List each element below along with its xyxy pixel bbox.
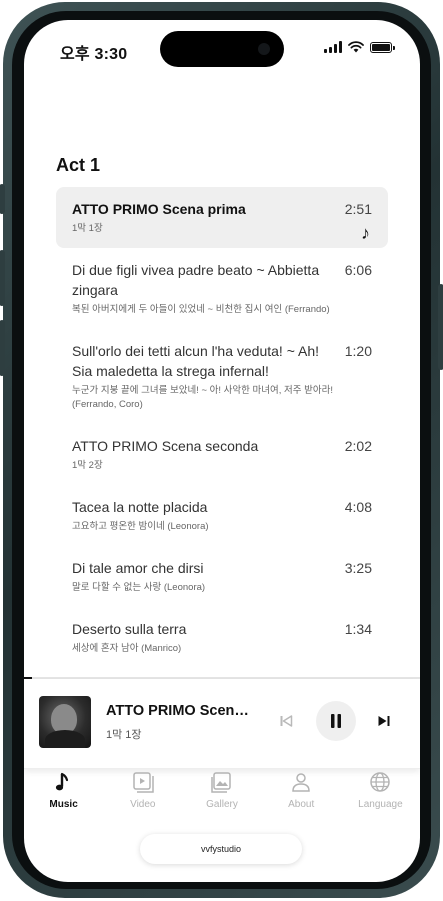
tab-about[interactable]: About (262, 770, 341, 820)
status-icons (324, 41, 395, 53)
volume-down-button (0, 320, 5, 376)
track-duration: 1:34 (344, 621, 372, 637)
cellular-signal-icon (324, 41, 342, 53)
camera-icon (258, 43, 270, 55)
track-title: Tacea la notte placida (72, 499, 208, 515)
act-title: Act 1 (56, 155, 101, 175)
tab-gallery[interactable]: Gallery (182, 770, 261, 820)
skip-previous-icon (280, 715, 293, 727)
tab-label: Gallery (206, 799, 238, 810)
tab-label: Language (358, 799, 403, 810)
dynamic-island (160, 31, 284, 67)
now-playing-note-icon: ♪ (361, 223, 370, 243)
tab-music[interactable]: Music (24, 770, 103, 820)
track-row[interactable]: ATTO PRIMO Scena seconda 1막 2장 2:02 (56, 424, 388, 485)
wifi-icon (348, 41, 364, 53)
battery-icon (370, 41, 395, 53)
track-title: ATTO PRIMO Scena seconda (72, 438, 259, 454)
track-subtitle: 복된 아버지에게 두 아들이 있었네 ~ 비천한 집시 여인 (Ferrando… (72, 304, 330, 315)
track-row[interactable]: ATTO PRIMO Scena prima 1막 1장 2:51 ♪ (56, 187, 388, 248)
volume-up-button (0, 250, 5, 306)
skip-next-icon (378, 716, 390, 726)
track-row[interactable]: Sull'orlo dei tetti alcun l'ha veduta! ~… (56, 329, 388, 424)
track-subtitle: 세상에 혼자 남아 (Manrico) (72, 643, 182, 654)
track-subtitle: 말로 다할 수 없는 사랑 (Leonora) (72, 582, 206, 593)
track-subtitle: 고요하고 평온한 밤이네 (Leonora) (72, 521, 209, 532)
now-playing-title: ATTO PRIMO Scena ... (106, 703, 256, 719)
album-cover (39, 696, 91, 748)
track-subtitle: 누군가 지붕 끝에 그녀를 보았네! ~ 아! 사악한 마녀여, 저주 받아라!… (72, 385, 334, 410)
track-title: Di tale amor che dirsi (72, 560, 204, 576)
tab-label: Video (130, 799, 156, 810)
track-title: ATTO PRIMO Scena prima (72, 201, 246, 217)
tab-bar: Music Video Gallery About Language (24, 770, 420, 820)
music-note-icon (54, 770, 74, 794)
tab-label: Music (49, 799, 78, 810)
track-title: Sull'orlo dei tetti alcun l'ha veduta! ~… (72, 343, 320, 379)
track-duration: 4:08 (344, 499, 372, 515)
person-icon (290, 770, 312, 794)
power-button (438, 284, 443, 370)
track-duration: 1:20 (344, 343, 372, 359)
pause-button[interactable] (316, 701, 356, 741)
brand-label[interactable]: vvfystudio (140, 834, 302, 864)
track-title: Deserto sulla terra (72, 621, 187, 637)
tab-label: About (288, 799, 315, 810)
mini-player[interactable]: ATTO PRIMO Scena ... 1막 1장 (24, 679, 420, 769)
track-row[interactable]: Tacea la notte placida 고요하고 평온한 밤이네 (Leon… (56, 485, 388, 546)
track-duration: 6:06 (344, 262, 372, 278)
track-duration: 2:02 (344, 438, 372, 454)
video-icon (132, 770, 154, 794)
gallery-icon (211, 770, 233, 794)
previous-track-button[interactable] (276, 711, 296, 731)
app-screen: 오후 3:30 Act 1 ATTO PRIMO Scena prima 1막 1… (24, 20, 420, 882)
track-row[interactable]: Deserto sulla terra 세상에 혼자 남아 (Manrico) 1:… (56, 607, 388, 668)
track-duration: 3:25 (344, 560, 372, 576)
tab-video[interactable]: Video (103, 770, 182, 820)
pause-icon (331, 714, 341, 728)
track-row[interactable]: Di due figli vivea padre beato ~ Abbiett… (56, 248, 388, 329)
track-subtitle: 1막 2장 (72, 460, 103, 471)
globe-icon (369, 770, 391, 794)
track-title: Di due figli vivea padre beato ~ Abbiett… (72, 262, 320, 298)
track-list[interactable]: ATTO PRIMO Scena prima 1막 1장 2:51 ♪ Di due f… (56, 187, 388, 677)
status-time: 오후 3:30 (60, 46, 128, 63)
action-button (0, 184, 5, 214)
now-playing-subtitle: 1막 1장 (106, 729, 142, 741)
track-duration: 2:51 (344, 201, 372, 217)
tab-language[interactable]: Language (341, 770, 420, 820)
next-track-button[interactable] (374, 711, 394, 731)
track-row[interactable]: Di tale amor che dirsi 말로 다할 수 없는 사랑 (Leo… (56, 546, 388, 607)
track-subtitle: 1막 1장 (72, 223, 103, 234)
